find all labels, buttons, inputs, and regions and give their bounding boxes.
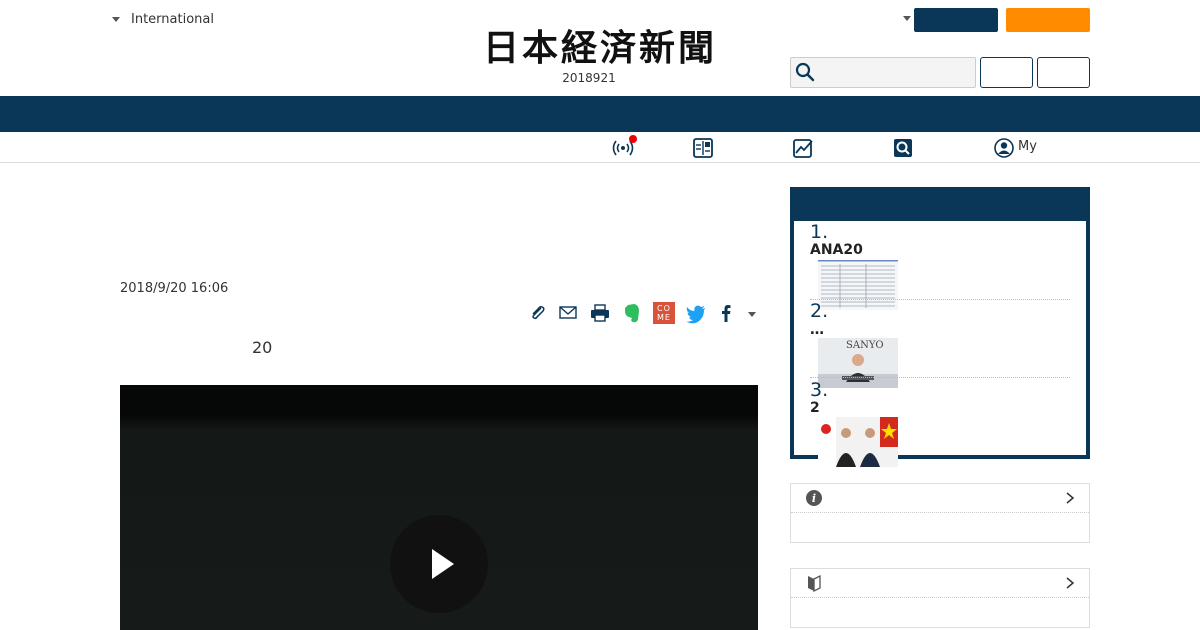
sanyo-sign: SANYO	[846, 340, 884, 351]
divider	[791, 512, 1089, 513]
my-page-label[interactable]: My	[1018, 139, 1037, 154]
outline-button-2[interactable]	[1037, 57, 1090, 88]
more-icon[interactable]	[748, 312, 756, 317]
edition-selector[interactable]: International	[112, 12, 214, 27]
come-icon[interactable]: CO ME	[653, 302, 675, 324]
article-lead: 20	[252, 338, 273, 357]
rank-thumbnail[interactable]: SANYO	[818, 338, 898, 388]
login-button[interactable]	[914, 8, 998, 32]
mail-icon[interactable]	[557, 302, 579, 324]
rank-thumbnail[interactable]	[818, 260, 898, 310]
evernote-icon[interactable]	[621, 302, 643, 324]
beginner-panel[interactable]	[790, 568, 1090, 628]
search-input[interactable]	[790, 57, 976, 88]
rank-title[interactable]: …	[810, 322, 824, 338]
newspaper-icon[interactable]	[692, 137, 714, 159]
rank-number: 2.	[810, 300, 829, 322]
play-icon	[432, 549, 454, 579]
svg-text:i: i	[812, 492, 816, 505]
search-icon[interactable]	[795, 62, 815, 82]
header-date: 2018921	[562, 71, 616, 85]
rank-number: 3.	[810, 379, 829, 401]
subscribe-button[interactable]	[1006, 8, 1090, 32]
rank-title[interactable]: ANA20	[810, 242, 863, 258]
outline-button-1[interactable]	[980, 57, 1033, 88]
divider	[791, 597, 1089, 598]
info-panel[interactable]: i	[790, 483, 1090, 543]
notification-dot	[629, 135, 637, 143]
print-icon[interactable]	[589, 302, 611, 324]
twitter-icon[interactable]	[685, 302, 707, 324]
chevron-down-icon	[112, 17, 120, 22]
article-date: 2018/9/20 16:06	[120, 281, 229, 296]
search-icon[interactable]	[892, 137, 914, 159]
beginner-icon	[808, 574, 821, 592]
chevron-right-icon	[1066, 492, 1075, 504]
chart-icon[interactable]	[792, 137, 814, 159]
chevron-down-icon[interactable]	[903, 16, 911, 21]
rank-thumbnail[interactable]	[818, 417, 898, 467]
rank-title[interactable]: 2	[810, 400, 820, 416]
user-icon[interactable]	[993, 137, 1015, 159]
edition-label: International	[131, 12, 214, 27]
clip-icon[interactable]	[527, 302, 549, 324]
info-icon: i	[806, 490, 822, 506]
facebook-icon[interactable]	[715, 302, 737, 324]
divider	[810, 299, 1070, 300]
chevron-right-icon	[1066, 577, 1075, 589]
divider	[810, 377, 1070, 378]
rank-number: 1.	[810, 221, 829, 243]
main-navbar	[0, 96, 1200, 132]
site-logo[interactable]: 日本経済新聞	[450, 28, 750, 68]
